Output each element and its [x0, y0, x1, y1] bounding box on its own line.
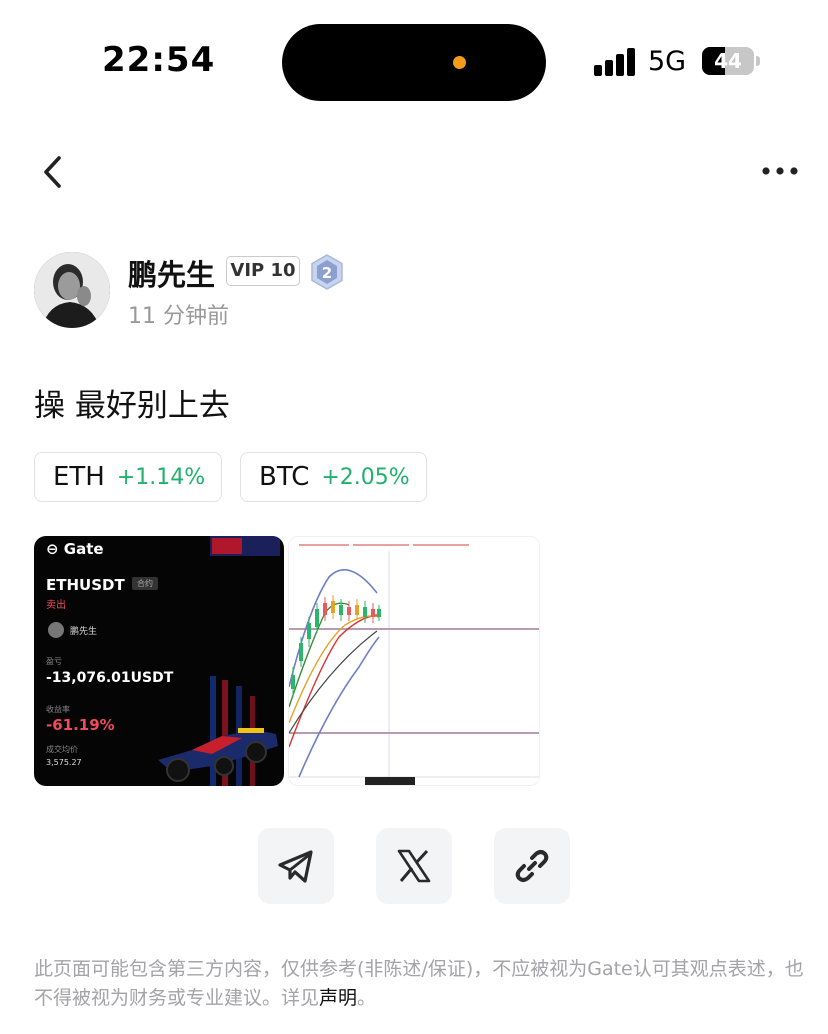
card-avatar — [48, 622, 64, 638]
chevron-left-icon — [44, 156, 61, 188]
avg-price-value: 3,575.27 — [46, 758, 82, 767]
chart-screenshot-image[interactable] — [288, 536, 540, 786]
coin-symbol: ETH — [53, 462, 105, 492]
battery-cap — [756, 56, 760, 66]
network-type: 5G — [648, 46, 687, 77]
coin-chip-btc[interactable]: BTC +2.05% — [240, 452, 427, 502]
more-button[interactable] — [758, 156, 802, 186]
level-badge-icon: 2 — [310, 254, 344, 290]
post-text: 操 最好别上去 — [34, 388, 230, 424]
coin-change: +2.05% — [321, 464, 410, 490]
svg-text:2: 2 — [322, 264, 332, 282]
share-telegram-button[interactable] — [258, 828, 334, 904]
x-icon — [397, 849, 431, 883]
roi-value: -61.19% — [46, 716, 115, 734]
trade-pair: ETHUSDT — [46, 576, 125, 594]
trade-result-image[interactable]: ⊖ Gate ETHUSDT 合约 卖出 鹏先生 盈亏 -13,076.01US… — [34, 536, 284, 786]
contract-tag: 合约 — [132, 577, 158, 590]
partner-logo-icon — [210, 536, 280, 556]
coin-chip-eth[interactable]: ETH +1.14% — [34, 452, 223, 502]
more-horizontal-icon — [762, 167, 798, 175]
dynamic-island — [282, 24, 546, 101]
disclaimer: 此页面可能包含第三方内容，仅供参考(非陈述/保证)，不应被视为Gate认可其观点… — [34, 955, 804, 1013]
post-time: 11 分钟前 — [128, 304, 229, 329]
coin-change: +1.14% — [116, 464, 206, 490]
roi-label: 收益率 — [46, 705, 70, 714]
battery-icon: 44 — [702, 47, 754, 75]
disclaimer-link[interactable]: 声明 — [319, 987, 357, 1009]
kline-chart-graphic — [289, 537, 539, 785]
avatar[interactable] — [34, 252, 110, 328]
back-button[interactable] — [32, 150, 72, 194]
copy-link-button[interactable] — [494, 828, 570, 904]
share-x-button[interactable] — [376, 828, 452, 904]
trade-side: 卖出 — [46, 600, 66, 611]
battery-level: 44 — [714, 49, 742, 73]
race-car-image — [158, 676, 278, 786]
cellular-signal-icon — [594, 48, 636, 76]
card-username: 鹏先生 — [70, 627, 98, 637]
telegram-icon — [278, 850, 313, 883]
avg-price-label: 成交均价 — [46, 745, 78, 754]
status-time: 22:54 — [102, 40, 216, 80]
author-name[interactable]: 鹏先生 — [128, 252, 215, 294]
coin-symbol: BTC — [259, 462, 310, 492]
recording-indicator-icon — [453, 56, 466, 69]
pnl-label: 盈亏 — [46, 657, 62, 666]
link-icon — [515, 850, 549, 882]
disclaimer-text: 此页面可能包含第三方内容，仅供参考(非陈述/保证)，不应被视为Gate认可其观点… — [34, 958, 804, 1009]
gate-logo: ⊖ Gate — [46, 540, 104, 558]
vip-badge: VIP 10 — [226, 256, 300, 286]
disclaimer-end: 。 — [357, 987, 377, 1009]
